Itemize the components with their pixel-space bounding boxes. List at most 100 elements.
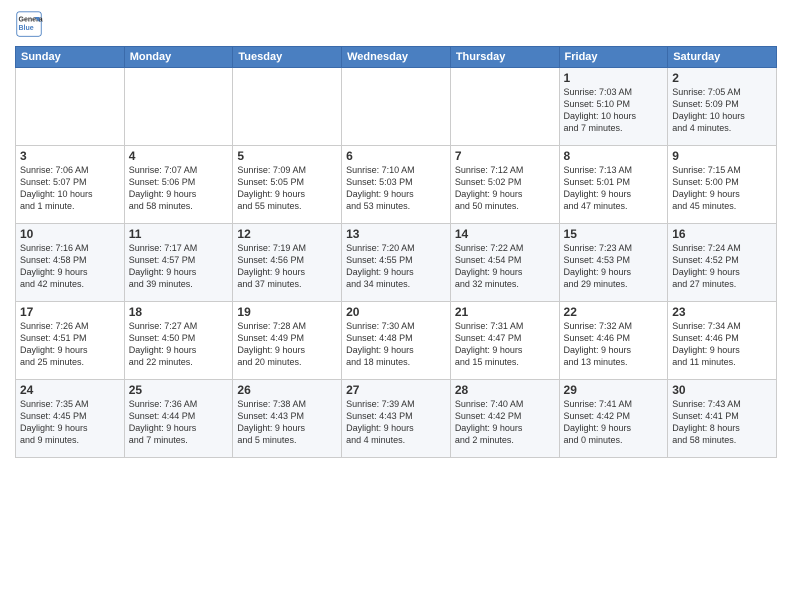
calendar-cell: 15Sunrise: 7:23 AM Sunset: 4:53 PM Dayli… (559, 224, 668, 302)
day-number: 4 (129, 149, 229, 163)
day-number: 14 (455, 227, 555, 241)
calendar-cell: 14Sunrise: 7:22 AM Sunset: 4:54 PM Dayli… (450, 224, 559, 302)
calendar-cell: 8Sunrise: 7:13 AM Sunset: 5:01 PM Daylig… (559, 146, 668, 224)
calendar-cell: 18Sunrise: 7:27 AM Sunset: 4:50 PM Dayli… (124, 302, 233, 380)
day-number: 24 (20, 383, 120, 397)
calendar-cell: 3Sunrise: 7:06 AM Sunset: 5:07 PM Daylig… (16, 146, 125, 224)
day-info: Sunrise: 7:24 AM Sunset: 4:52 PM Dayligh… (672, 242, 772, 291)
calendar-week-1: 1Sunrise: 7:03 AM Sunset: 5:10 PM Daylig… (16, 68, 777, 146)
day-number: 6 (346, 149, 446, 163)
col-header-wednesday: Wednesday (342, 47, 451, 68)
day-info: Sunrise: 7:27 AM Sunset: 4:50 PM Dayligh… (129, 320, 229, 369)
day-number: 21 (455, 305, 555, 319)
calendar-cell: 9Sunrise: 7:15 AM Sunset: 5:00 PM Daylig… (668, 146, 777, 224)
calendar-cell: 2Sunrise: 7:05 AM Sunset: 5:09 PM Daylig… (668, 68, 777, 146)
day-info: Sunrise: 7:35 AM Sunset: 4:45 PM Dayligh… (20, 398, 120, 447)
col-header-tuesday: Tuesday (233, 47, 342, 68)
col-header-monday: Monday (124, 47, 233, 68)
day-info: Sunrise: 7:28 AM Sunset: 4:49 PM Dayligh… (237, 320, 337, 369)
calendar-cell: 23Sunrise: 7:34 AM Sunset: 4:46 PM Dayli… (668, 302, 777, 380)
day-number: 29 (564, 383, 664, 397)
calendar-cell (342, 68, 451, 146)
day-info: Sunrise: 7:19 AM Sunset: 4:56 PM Dayligh… (237, 242, 337, 291)
calendar-week-3: 10Sunrise: 7:16 AM Sunset: 4:58 PM Dayli… (16, 224, 777, 302)
calendar-cell: 22Sunrise: 7:32 AM Sunset: 4:46 PM Dayli… (559, 302, 668, 380)
calendar-cell: 11Sunrise: 7:17 AM Sunset: 4:57 PM Dayli… (124, 224, 233, 302)
day-info: Sunrise: 7:03 AM Sunset: 5:10 PM Dayligh… (564, 86, 664, 135)
calendar-cell: 10Sunrise: 7:16 AM Sunset: 4:58 PM Dayli… (16, 224, 125, 302)
day-info: Sunrise: 7:39 AM Sunset: 4:43 PM Dayligh… (346, 398, 446, 447)
day-info: Sunrise: 7:07 AM Sunset: 5:06 PM Dayligh… (129, 164, 229, 213)
day-number: 30 (672, 383, 772, 397)
calendar-cell (450, 68, 559, 146)
day-number: 2 (672, 71, 772, 85)
calendar-cell: 30Sunrise: 7:43 AM Sunset: 4:41 PM Dayli… (668, 380, 777, 458)
calendar-week-2: 3Sunrise: 7:06 AM Sunset: 5:07 PM Daylig… (16, 146, 777, 224)
day-info: Sunrise: 7:34 AM Sunset: 4:46 PM Dayligh… (672, 320, 772, 369)
day-number: 16 (672, 227, 772, 241)
day-info: Sunrise: 7:09 AM Sunset: 5:05 PM Dayligh… (237, 164, 337, 213)
day-number: 5 (237, 149, 337, 163)
day-info: Sunrise: 7:41 AM Sunset: 4:42 PM Dayligh… (564, 398, 664, 447)
calendar-cell: 27Sunrise: 7:39 AM Sunset: 4:43 PM Dayli… (342, 380, 451, 458)
day-info: Sunrise: 7:06 AM Sunset: 5:07 PM Dayligh… (20, 164, 120, 213)
calendar-cell (233, 68, 342, 146)
day-info: Sunrise: 7:40 AM Sunset: 4:42 PM Dayligh… (455, 398, 555, 447)
calendar-cell: 29Sunrise: 7:41 AM Sunset: 4:42 PM Dayli… (559, 380, 668, 458)
day-number: 3 (20, 149, 120, 163)
day-info: Sunrise: 7:36 AM Sunset: 4:44 PM Dayligh… (129, 398, 229, 447)
logo-icon: General Blue (15, 10, 43, 38)
logo: General Blue (15, 10, 43, 38)
day-info: Sunrise: 7:16 AM Sunset: 4:58 PM Dayligh… (20, 242, 120, 291)
calendar-week-5: 24Sunrise: 7:35 AM Sunset: 4:45 PM Dayli… (16, 380, 777, 458)
day-info: Sunrise: 7:17 AM Sunset: 4:57 PM Dayligh… (129, 242, 229, 291)
day-number: 23 (672, 305, 772, 319)
calendar-cell: 13Sunrise: 7:20 AM Sunset: 4:55 PM Dayli… (342, 224, 451, 302)
day-info: Sunrise: 7:20 AM Sunset: 4:55 PM Dayligh… (346, 242, 446, 291)
calendar-cell: 24Sunrise: 7:35 AM Sunset: 4:45 PM Dayli… (16, 380, 125, 458)
calendar-cell: 6Sunrise: 7:10 AM Sunset: 5:03 PM Daylig… (342, 146, 451, 224)
calendar-cell: 26Sunrise: 7:38 AM Sunset: 4:43 PM Dayli… (233, 380, 342, 458)
col-header-saturday: Saturday (668, 47, 777, 68)
day-number: 18 (129, 305, 229, 319)
day-info: Sunrise: 7:10 AM Sunset: 5:03 PM Dayligh… (346, 164, 446, 213)
day-number: 26 (237, 383, 337, 397)
day-number: 27 (346, 383, 446, 397)
col-header-friday: Friday (559, 47, 668, 68)
calendar-cell: 5Sunrise: 7:09 AM Sunset: 5:05 PM Daylig… (233, 146, 342, 224)
day-number: 8 (564, 149, 664, 163)
col-header-sunday: Sunday (16, 47, 125, 68)
calendar-cell (16, 68, 125, 146)
calendar-cell: 16Sunrise: 7:24 AM Sunset: 4:52 PM Dayli… (668, 224, 777, 302)
calendar-cell: 20Sunrise: 7:30 AM Sunset: 4:48 PM Dayli… (342, 302, 451, 380)
day-number: 28 (455, 383, 555, 397)
day-info: Sunrise: 7:13 AM Sunset: 5:01 PM Dayligh… (564, 164, 664, 213)
main-container: General Blue SundayMondayTuesdayWednesda… (0, 0, 792, 468)
day-number: 15 (564, 227, 664, 241)
day-number: 10 (20, 227, 120, 241)
calendar-cell: 17Sunrise: 7:26 AM Sunset: 4:51 PM Dayli… (16, 302, 125, 380)
calendar-cell (124, 68, 233, 146)
day-number: 25 (129, 383, 229, 397)
day-number: 12 (237, 227, 337, 241)
day-number: 11 (129, 227, 229, 241)
day-info: Sunrise: 7:23 AM Sunset: 4:53 PM Dayligh… (564, 242, 664, 291)
day-info: Sunrise: 7:31 AM Sunset: 4:47 PM Dayligh… (455, 320, 555, 369)
day-number: 1 (564, 71, 664, 85)
calendar-header-row: SundayMondayTuesdayWednesdayThursdayFrid… (16, 47, 777, 68)
calendar-table: SundayMondayTuesdayWednesdayThursdayFrid… (15, 46, 777, 458)
day-number: 22 (564, 305, 664, 319)
calendar-cell: 7Sunrise: 7:12 AM Sunset: 5:02 PM Daylig… (450, 146, 559, 224)
day-number: 13 (346, 227, 446, 241)
day-number: 19 (237, 305, 337, 319)
calendar-cell: 21Sunrise: 7:31 AM Sunset: 4:47 PM Dayli… (450, 302, 559, 380)
day-number: 20 (346, 305, 446, 319)
day-info: Sunrise: 7:32 AM Sunset: 4:46 PM Dayligh… (564, 320, 664, 369)
header: General Blue (15, 10, 777, 38)
calendar-cell: 19Sunrise: 7:28 AM Sunset: 4:49 PM Dayli… (233, 302, 342, 380)
day-info: Sunrise: 7:22 AM Sunset: 4:54 PM Dayligh… (455, 242, 555, 291)
day-number: 9 (672, 149, 772, 163)
calendar-week-4: 17Sunrise: 7:26 AM Sunset: 4:51 PM Dayli… (16, 302, 777, 380)
day-info: Sunrise: 7:30 AM Sunset: 4:48 PM Dayligh… (346, 320, 446, 369)
day-info: Sunrise: 7:43 AM Sunset: 4:41 PM Dayligh… (672, 398, 772, 447)
